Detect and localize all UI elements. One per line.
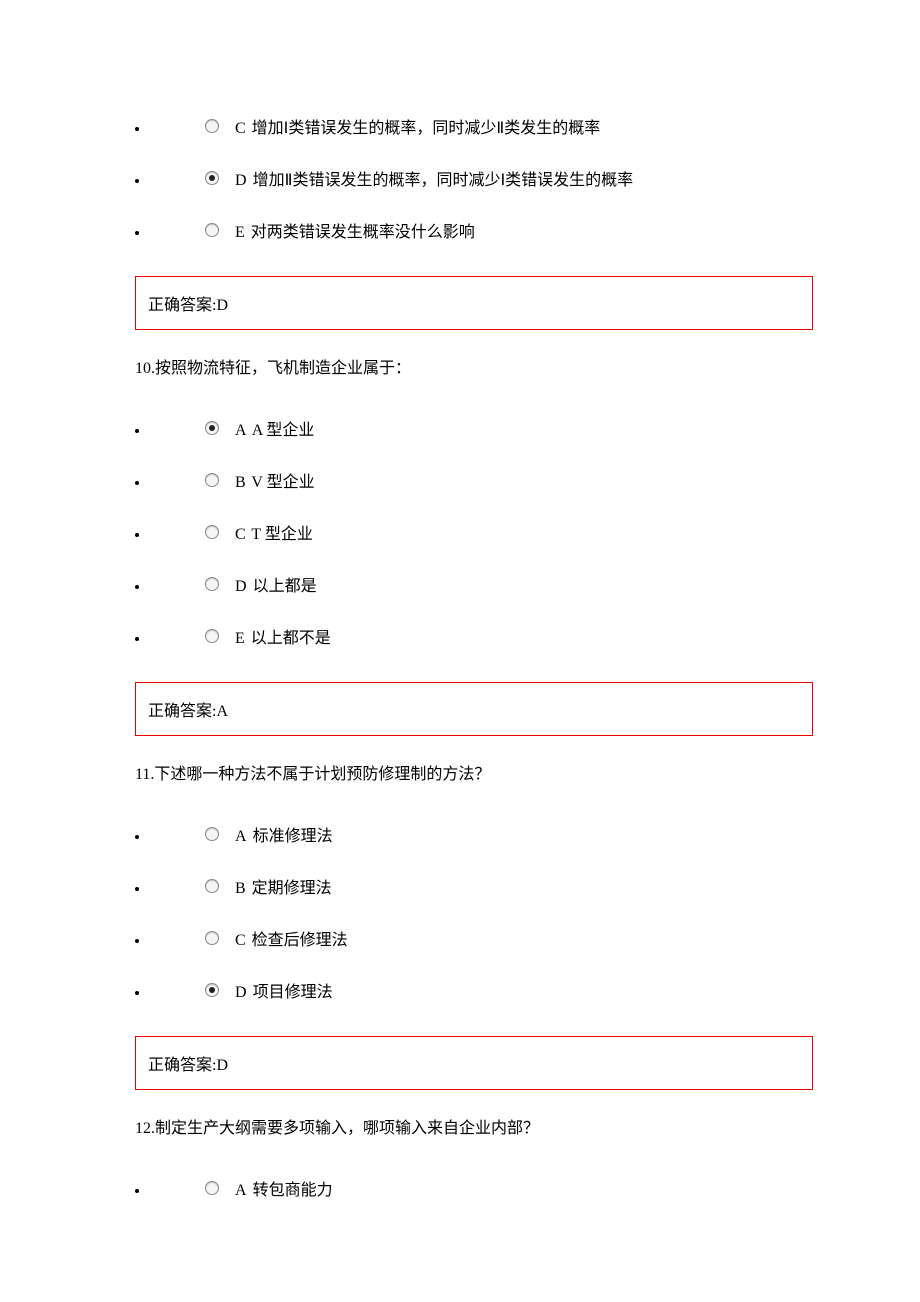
list-item: A 转包商能力 (150, 1162, 920, 1214)
list-item: D 以上都是 (150, 558, 920, 610)
option-letter: C (235, 932, 246, 949)
option-text: A 型企业 (252, 422, 315, 439)
option-letter: D (235, 984, 247, 1001)
radio-icon[interactable] (205, 931, 219, 945)
option-text: T 型企业 (251, 526, 313, 543)
option-letter: B (235, 474, 246, 491)
radio-icon[interactable] (205, 525, 219, 539)
options-list: A 标准修理法 B 定期修理法 C 检查后修理法 (0, 808, 920, 1016)
options-list: A 转包商能力 (0, 1162, 920, 1214)
list-item: D 项目修理法 (150, 964, 920, 1016)
correct-answer-box: 正确答案:D (135, 276, 813, 330)
option-text: 以上都是 (253, 578, 317, 595)
radio-selected-icon[interactable] (205, 983, 219, 997)
radio-icon[interactable] (205, 1181, 219, 1195)
list-item: E 以上都不是 (150, 610, 920, 662)
correct-answer-box: 正确答案:A (135, 682, 813, 736)
option-text: 增加Ⅱ类错误发生的概率，同时减少Ⅰ类错误发生的概率 (253, 172, 634, 189)
radio-icon[interactable] (205, 473, 219, 487)
option-text: V 型企业 (251, 474, 314, 491)
list-item: A 标准修理法 (150, 808, 920, 860)
list-item: E 对两类错误发生概率没什么影响 (150, 204, 920, 256)
option-letter: E (235, 630, 245, 647)
question-stem: 11.下述哪一种方法不属于计划预防修理制的方法？ (135, 760, 920, 784)
radio-icon[interactable] (205, 879, 219, 893)
option-letter: D (235, 578, 247, 595)
radio-icon[interactable] (205, 223, 219, 237)
correct-answer-box: 正确答案:D (135, 1036, 813, 1090)
list-item: B 定期修理法 (150, 860, 920, 912)
list-item: B V 型企业 (150, 454, 920, 506)
options-list: C 增加Ⅰ类错误发生的概率，同时减少Ⅱ类发生的概率 D 增加Ⅱ类错误发生的概率，… (0, 100, 920, 256)
radio-icon[interactable] (205, 119, 219, 133)
option-letter: C (235, 526, 246, 543)
radio-icon[interactable] (205, 827, 219, 841)
option-text: 增加Ⅰ类错误发生的概率，同时减少Ⅱ类发生的概率 (252, 120, 601, 137)
list-item: A A 型企业 (150, 402, 920, 454)
question-stem: 12.制定生产大纲需要多项输入，哪项输入来自企业内部？ (135, 1114, 920, 1138)
option-letter: C (235, 120, 246, 137)
question-stem: 10.按照物流特征，飞机制造企业属于： (135, 354, 920, 378)
option-letter: A (235, 828, 247, 845)
option-letter: B (235, 880, 246, 897)
option-text: 项目修理法 (253, 984, 333, 1001)
option-letter: A (235, 422, 247, 439)
option-text: 对两类错误发生概率没什么影响 (251, 224, 475, 241)
option-text: 转包商能力 (253, 1182, 333, 1199)
list-item: C T 型企业 (150, 506, 920, 558)
option-text: 以上都不是 (251, 630, 331, 647)
option-letter: E (235, 224, 245, 241)
radio-selected-icon[interactable] (205, 171, 219, 185)
list-item: C 增加Ⅰ类错误发生的概率，同时减少Ⅱ类发生的概率 (150, 100, 920, 152)
option-text: 标准修理法 (253, 828, 333, 845)
option-letter: A (235, 1182, 247, 1199)
radio-icon[interactable] (205, 577, 219, 591)
option-text: 定期修理法 (252, 880, 332, 897)
list-item: C 检查后修理法 (150, 912, 920, 964)
radio-selected-icon[interactable] (205, 421, 219, 435)
list-item: D 增加Ⅱ类错误发生的概率，同时减少Ⅰ类错误发生的概率 (150, 152, 920, 204)
option-text: 检查后修理法 (252, 932, 348, 949)
options-list: A A 型企业 B V 型企业 C T 型企业 (0, 402, 920, 662)
radio-icon[interactable] (205, 629, 219, 643)
option-letter: D (235, 172, 247, 189)
